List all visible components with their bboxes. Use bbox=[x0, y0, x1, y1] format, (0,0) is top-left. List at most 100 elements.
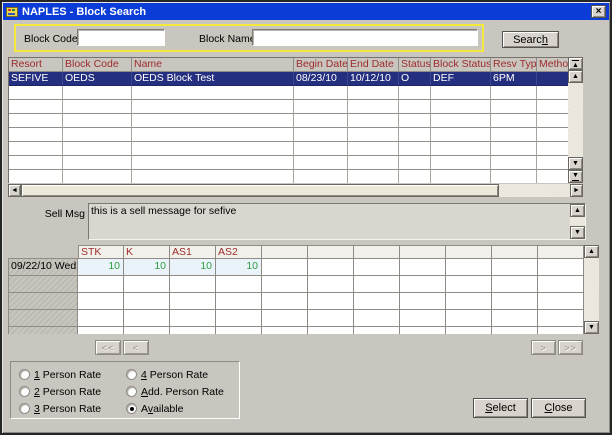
table-cell bbox=[294, 142, 348, 156]
rate-cell-empty bbox=[446, 259, 492, 276]
table-cell bbox=[9, 128, 63, 142]
pager-last-button[interactable]: >> bbox=[558, 340, 583, 355]
scroll-down-icon[interactable]: ▼ bbox=[584, 321, 599, 334]
scroll-right-icon[interactable]: ► bbox=[570, 184, 583, 197]
rate-cell-empty bbox=[124, 276, 170, 293]
table-cell bbox=[431, 128, 491, 142]
table-cell bbox=[399, 100, 431, 114]
pager-first-button[interactable]: << bbox=[95, 340, 121, 355]
results-horizontal-scrollbar[interactable]: ◄ ► bbox=[8, 184, 583, 197]
column-header-block-status: Block Status bbox=[431, 58, 491, 72]
scroll-up-icon[interactable]: ▲ bbox=[568, 70, 583, 83]
rate-cell[interactable]: 10 bbox=[78, 259, 124, 276]
scroll-up-icon[interactable]: ▲ bbox=[584, 245, 599, 258]
table-row[interactable] bbox=[9, 170, 568, 183]
block-name-input[interactable] bbox=[252, 29, 478, 46]
rate-cell-empty bbox=[262, 293, 308, 310]
table-cell bbox=[294, 86, 348, 100]
table-cell bbox=[63, 86, 132, 100]
table-row[interactable] bbox=[9, 142, 568, 156]
radio-1-person-rate[interactable]: 1 Person Rate bbox=[19, 366, 126, 383]
block-search-window: NAPLES - Block Search × Block Code Block… bbox=[0, 0, 612, 435]
sell-msg-text: this is a sell message for sefive bbox=[91, 205, 569, 217]
table-cell bbox=[491, 128, 537, 142]
rate-availability-grid: STKKAS1AS209/22/10 Wed10101010 bbox=[8, 245, 584, 334]
table-cell: SEFIVE bbox=[9, 72, 63, 86]
rate-cell-empty bbox=[446, 327, 492, 334]
table-cell bbox=[431, 100, 491, 114]
rate-cell-empty bbox=[446, 293, 492, 310]
window-title: NAPLES - Block Search bbox=[22, 6, 146, 18]
close-icon[interactable]: × bbox=[591, 5, 606, 18]
radio-label: Available bbox=[141, 403, 183, 415]
radio-label: 1 Person Rate bbox=[34, 369, 101, 381]
scroll-down-icon[interactable]: ▼ bbox=[568, 157, 583, 170]
radio-label: Add. Person Rate bbox=[141, 386, 224, 398]
sell-msg-field[interactable]: this is a sell message for sefive ▲ ▼ bbox=[88, 203, 586, 240]
rate-cell-empty bbox=[446, 276, 492, 293]
rate-column-header-empty bbox=[446, 245, 492, 259]
table-cell bbox=[63, 114, 132, 128]
table-cell bbox=[63, 100, 132, 114]
scroll-down-icon[interactable]: ▼ bbox=[570, 226, 585, 239]
rate-cell-empty bbox=[170, 327, 216, 334]
app-icon bbox=[6, 6, 19, 18]
table-row[interactable] bbox=[9, 86, 568, 100]
column-header-end-date: End Date bbox=[348, 58, 399, 72]
pager-previous-button[interactable]: < bbox=[123, 340, 149, 355]
rate-cell-empty bbox=[538, 327, 584, 334]
rate-cell-empty bbox=[400, 293, 446, 310]
search-button[interactable]: Search bbox=[502, 31, 559, 48]
table-row-selected[interactable]: SEFIVEOEDSOEDS Block Test08/23/1010/12/1… bbox=[9, 72, 568, 86]
rate-cell-empty bbox=[354, 259, 400, 276]
title-bar[interactable]: NAPLES - Block Search × bbox=[3, 3, 609, 20]
pager-next-button[interactable]: > bbox=[531, 340, 556, 355]
rate-cell-empty bbox=[400, 276, 446, 293]
sell-msg-scrollbar[interactable]: ▲ ▼ bbox=[570, 204, 585, 239]
scroll-left-icon[interactable]: ◄ bbox=[8, 184, 21, 197]
rate-grid-row bbox=[8, 276, 584, 293]
rate-cell-empty bbox=[354, 310, 400, 327]
table-row[interactable] bbox=[9, 114, 568, 128]
radio-circle bbox=[19, 369, 30, 380]
date-row-header bbox=[8, 327, 78, 334]
results-vscroll-track[interactable] bbox=[568, 83, 583, 157]
table-cell bbox=[537, 170, 568, 183]
radio-2-person-rate[interactable]: 2 Person Rate bbox=[19, 383, 126, 400]
table-cell bbox=[431, 86, 491, 100]
table-row[interactable] bbox=[9, 100, 568, 114]
radio-3-person-rate[interactable]: 3 Person Rate bbox=[19, 400, 126, 417]
scroll-up-icon[interactable]: ▲ bbox=[570, 204, 585, 217]
column-header-resv-type: Resv Type bbox=[491, 58, 537, 72]
table-cell bbox=[294, 170, 348, 183]
close-button[interactable]: Close bbox=[531, 398, 586, 418]
radio-available[interactable]: Available bbox=[126, 400, 239, 417]
select-button[interactable]: Select bbox=[473, 398, 528, 418]
scrollbar-thumb[interactable] bbox=[21, 184, 499, 197]
table-row[interactable] bbox=[9, 128, 568, 142]
results-hscroll-track[interactable] bbox=[21, 184, 570, 197]
table-cell bbox=[132, 114, 294, 128]
rate-cell[interactable]: 10 bbox=[216, 259, 262, 276]
rate-grid-scrollbar[interactable]: ▲ ▼ bbox=[584, 245, 599, 334]
results-vertical-scrollbar[interactable]: ▲ ▲ ▼ ▼ bbox=[568, 57, 583, 183]
radio-circle bbox=[19, 403, 30, 414]
rate-cell[interactable]: 10 bbox=[124, 259, 170, 276]
sell-msg-scroll-track[interactable] bbox=[570, 217, 585, 226]
rate-cell-empty bbox=[216, 276, 262, 293]
rate-cell-empty bbox=[308, 293, 354, 310]
scroll-to-bottom-icon[interactable]: ▼ bbox=[568, 170, 583, 183]
rate-grid-scroll-track[interactable] bbox=[584, 258, 599, 321]
table-row[interactable] bbox=[9, 156, 568, 170]
rate-cell-empty bbox=[216, 327, 262, 334]
table-cell bbox=[491, 170, 537, 183]
radio-4-person-rate[interactable]: 4 Person Rate bbox=[126, 366, 239, 383]
radio-add-person-rate[interactable]: Add. Person Rate bbox=[126, 383, 239, 400]
rate-cell-empty bbox=[78, 327, 124, 334]
rate-column-header-as1: AS1 bbox=[170, 245, 216, 259]
block-code-input[interactable] bbox=[77, 29, 165, 46]
rate-cell-empty bbox=[124, 293, 170, 310]
scroll-to-top-icon[interactable]: ▲ bbox=[568, 57, 583, 70]
table-cell bbox=[537, 128, 568, 142]
rate-cell[interactable]: 10 bbox=[170, 259, 216, 276]
